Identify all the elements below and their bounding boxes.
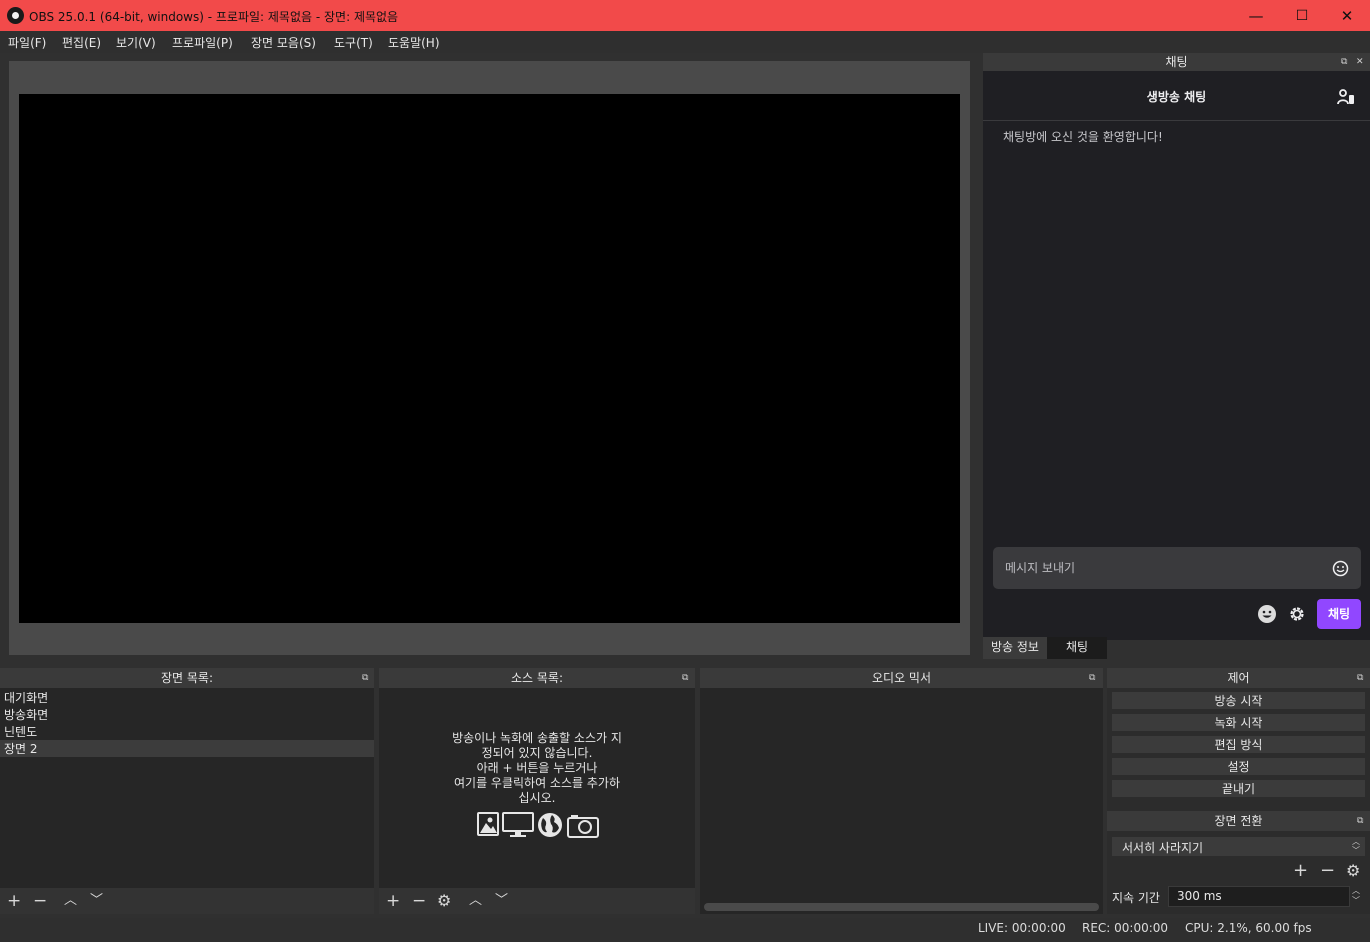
preview-canvas[interactable] — [19, 94, 960, 623]
minimize-button[interactable]: — — [1233, 0, 1279, 31]
duration-spinbox[interactable]: 300 ms — [1168, 886, 1350, 907]
mixer-scrollbar[interactable] — [704, 903, 1099, 911]
menu-edit[interactable]: 편집(E) — [62, 34, 101, 51]
scenes-list: 대기화면 방송화면 닌텐도 장면 2 — [0, 688, 374, 888]
dock-float-icon[interactable]: ⧉ — [1357, 668, 1363, 688]
add-icon[interactable]: + — [386, 890, 400, 912]
close-button[interactable]: ✕ — [1324, 0, 1370, 31]
menu-scene-collection[interactable]: 장면 모음(S) — [251, 34, 316, 51]
scenes-title: 장면 목록: — [160, 671, 214, 685]
chat-dock-title: 채팅 — [1165, 55, 1188, 69]
menu-profile[interactable]: 프로파일(P) — [172, 34, 233, 51]
scene-item[interactable]: 방송화면 — [4, 706, 48, 723]
add-icon[interactable]: + — [7, 890, 21, 912]
tab-stream-info[interactable]: 방송 정보 — [983, 637, 1047, 659]
controls-title: 제어 — [1227, 671, 1250, 685]
transition-selected: 서서히 사라지기 — [1122, 841, 1204, 855]
remove-icon[interactable]: − — [412, 890, 426, 912]
chat-header-title: 생방송 채팅 — [1146, 90, 1207, 104]
sources-list[interactable]: 방송이나 녹화에 송출할 소스가 지 정되어 있지 않습니다. 아래 + 버튼을… — [379, 688, 695, 888]
tab-chat[interactable]: 채팅 — [1047, 637, 1107, 659]
chevron-updown-icon: ︿ ﹀ — [1352, 837, 1360, 855]
audio-mixer — [700, 688, 1103, 914]
settings-button[interactable]: 설정 — [1111, 757, 1366, 776]
live-status: LIVE: 00:00:00 — [978, 921, 1066, 935]
emoji-icon[interactable] — [1332, 560, 1349, 580]
mixer-dock-header: 오디오 믹서 ⧉ — [700, 668, 1103, 688]
chat-header: 생방송 채팅 — [983, 71, 1370, 121]
rec-status: REC: 00:00:00 — [1082, 921, 1169, 935]
start-streaming-button[interactable]: 방송 시작 — [1111, 691, 1366, 710]
chat-welcome-message: 채팅방에 오신 것을 환영합니다! — [1003, 130, 1163, 144]
start-recording-button[interactable]: 녹화 시작 — [1111, 713, 1366, 732]
camera-icon — [567, 814, 599, 841]
dock-close-icon[interactable]: ✕ — [1356, 53, 1364, 71]
move-down-icon[interactable]: ﹀ — [90, 890, 103, 912]
scenes-toolbar: + − ︿ ﹀ — [0, 888, 374, 914]
scene-item-selected[interactable]: 장면 2 — [0, 740, 374, 757]
dock-float-icon[interactable]: ⧉ — [1341, 53, 1347, 71]
scene-item[interactable]: 대기화면 — [4, 689, 48, 706]
mixer-title: 오디오 믹서 — [871, 671, 931, 685]
duration-value: 300 ms — [1177, 889, 1222, 903]
spin-updown-icon[interactable]: ︿ ﹀ — [1352, 886, 1360, 906]
chat-dock-header: 채팅 ⧉ ✕ — [983, 53, 1370, 71]
menu-view[interactable]: 보기(V) — [116, 34, 156, 51]
chat-input-placeholder: 메시지 보내기 — [1005, 561, 1076, 575]
dock-float-icon[interactable]: ⧉ — [362, 668, 368, 688]
scene-item[interactable]: 닌텐도 — [4, 723, 37, 740]
transition-select[interactable]: 서서히 사라지기 ︿ ﹀ — [1111, 836, 1366, 857]
gear-icon[interactable] — [1287, 604, 1307, 627]
smiley-icon[interactable] — [1257, 604, 1277, 627]
move-up-icon[interactable]: ︿ — [469, 890, 482, 912]
chat-input[interactable]: 메시지 보내기 — [993, 547, 1361, 589]
dock-float-icon[interactable]: ⧉ — [1357, 811, 1363, 831]
duration-label: 지속 기간 — [1112, 891, 1160, 905]
maximize-button[interactable]: ☐ — [1279, 0, 1325, 31]
sources-empty-message: 방송이나 녹화에 송출할 소스가 지 정되어 있지 않습니다. 아래 + 버튼을… — [452, 731, 622, 805]
status-bar: LIVE: 00:00:00 REC: 00:00:00 CPU: 2.1%, … — [0, 918, 1370, 942]
scenes-dock-header: 장면 목록: ⧉ — [0, 668, 374, 688]
gear-icon[interactable]: ⚙ — [1346, 861, 1360, 880]
image-icon — [477, 812, 499, 839]
remove-transition-icon[interactable]: − — [1320, 860, 1335, 881]
remove-icon[interactable]: − — [33, 890, 47, 912]
add-transition-icon[interactable]: + — [1293, 860, 1308, 881]
sources-dock-header: 소스 목록: ⧉ — [379, 668, 695, 688]
chat-send-button[interactable]: 채팅 — [1317, 599, 1361, 629]
sources-toolbar: + − ⚙ ︿ ﹀ — [379, 888, 695, 914]
sources-title: 소스 목록: — [510, 671, 564, 685]
dock-float-icon[interactable]: ⧉ — [1089, 668, 1095, 688]
menu-bar: 파일(F) 편집(E) 보기(V) 프로파일(P) 장면 모음(S) 도구(T)… — [0, 31, 1370, 53]
monitor-icon — [502, 812, 534, 841]
cpu-status: CPU: 2.1%, 60.00 fps — [1185, 921, 1312, 935]
menu-help[interactable]: 도움말(H) — [388, 34, 440, 51]
gear-icon[interactable]: ⚙ — [437, 890, 451, 912]
move-up-icon[interactable]: ︿ — [64, 890, 77, 912]
globe-icon — [537, 812, 563, 841]
exit-button[interactable]: 끝내기 — [1111, 779, 1366, 798]
obs-logo-icon — [7, 7, 24, 24]
window-title: OBS 25.0.1 (64-bit, windows) - 프로파일: 제목없… — [29, 10, 399, 24]
menu-tools[interactable]: 도구(T) — [334, 34, 373, 51]
user-list-icon[interactable] — [1337, 88, 1355, 109]
menu-file[interactable]: 파일(F) — [8, 34, 46, 51]
transition-title: 장면 전환 — [1214, 814, 1263, 828]
dock-float-icon[interactable]: ⧉ — [682, 668, 688, 688]
controls-dock-header: 제어 ⧉ — [1107, 668, 1370, 688]
move-down-icon[interactable]: ﹀ — [495, 890, 508, 912]
title-bar: OBS 25.0.1 (64-bit, windows) - 프로파일: 제목없… — [0, 0, 1370, 31]
transition-dock-header: 장면 전환 ⧉ — [1107, 811, 1370, 831]
studio-mode-button[interactable]: 편집 방식 — [1111, 735, 1366, 754]
